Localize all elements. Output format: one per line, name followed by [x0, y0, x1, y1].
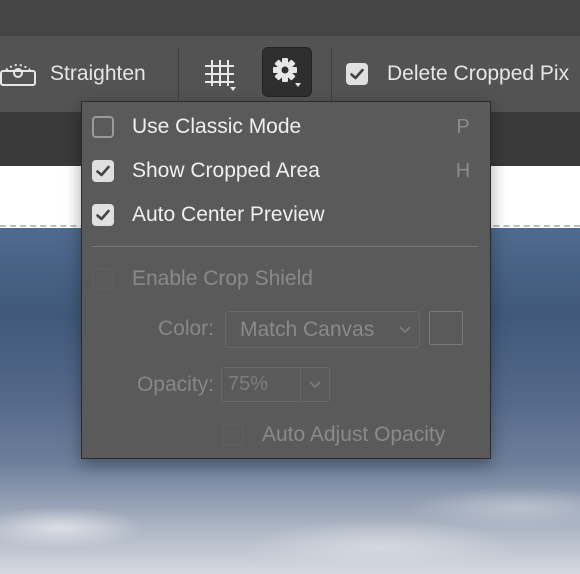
delete-cropped-label: Delete Cropped Pix: [387, 62, 570, 85]
shield-color-swatch[interactable]: [429, 311, 463, 345]
chevron-down-icon: [309, 380, 321, 388]
menu-item-label: Use Classic Mode: [132, 115, 302, 138]
menu-item-label: Auto Adjust Opacity: [262, 423, 446, 446]
menu-item-show-cropped-area[interactable]: Show Cropped Area H: [92, 153, 478, 189]
menu-item-auto-center-preview[interactable]: Auto Center Preview: [92, 197, 478, 233]
menu-item-use-classic-mode[interactable]: Use Classic Mode P: [92, 109, 478, 145]
color-label: Color:: [157, 317, 214, 340]
checkbox-icon[interactable]: [92, 268, 114, 290]
menu-item-label: Auto Center Preview: [132, 203, 325, 226]
menu-separator: [92, 246, 478, 247]
opacity-value: 75%: [228, 373, 269, 395]
straighten-icon: [0, 56, 36, 92]
shortcut-label: P: [456, 115, 470, 138]
shield-color-select[interactable]: Match Canvas: [225, 311, 420, 348]
color-select-value: Match Canvas: [240, 317, 375, 341]
chevron-down-icon: [391, 325, 419, 334]
shortcut-label: H: [455, 159, 471, 182]
separator: [331, 48, 332, 100]
checkbox-icon[interactable]: [92, 160, 114, 182]
straighten-label: Straighten: [50, 62, 146, 85]
checkmark-icon: [96, 209, 110, 221]
menu-item-auto-adjust-opacity[interactable]: Auto Adjust Opacity: [222, 418, 445, 452]
crop-settings-menu: Use Classic Mode P Show Cropped Area H A…: [81, 101, 491, 459]
opacity-label: Opacity:: [136, 373, 214, 396]
gear-icon: [273, 58, 301, 87]
checkmark-icon: [350, 68, 364, 80]
menu-item-label: Enable Crop Shield: [132, 267, 313, 290]
opacity-dropdown-button[interactable]: [300, 367, 330, 402]
overlay-options-button[interactable]: [198, 52, 242, 96]
checkmark-icon: [96, 165, 110, 177]
menu-item-label: Show Cropped Area: [132, 159, 320, 182]
grid-overlay-icon: [205, 60, 236, 91]
delete-cropped-checkbox[interactable]: [346, 63, 368, 85]
checkbox-icon[interactable]: [92, 116, 114, 138]
crop-settings-button[interactable]: [262, 47, 312, 97]
delete-cropped-pixels-option[interactable]: Delete Cropped Pix: [346, 60, 569, 88]
checkbox-icon[interactable]: [222, 424, 244, 446]
menu-item-enable-crop-shield[interactable]: Enable Crop Shield: [92, 261, 478, 297]
separator: [178, 48, 179, 100]
opacity-input[interactable]: 75%: [221, 367, 301, 402]
title-strip: [0, 0, 580, 36]
checkbox-icon[interactable]: [92, 204, 114, 226]
straighten-tool[interactable]: Straighten: [0, 56, 146, 92]
